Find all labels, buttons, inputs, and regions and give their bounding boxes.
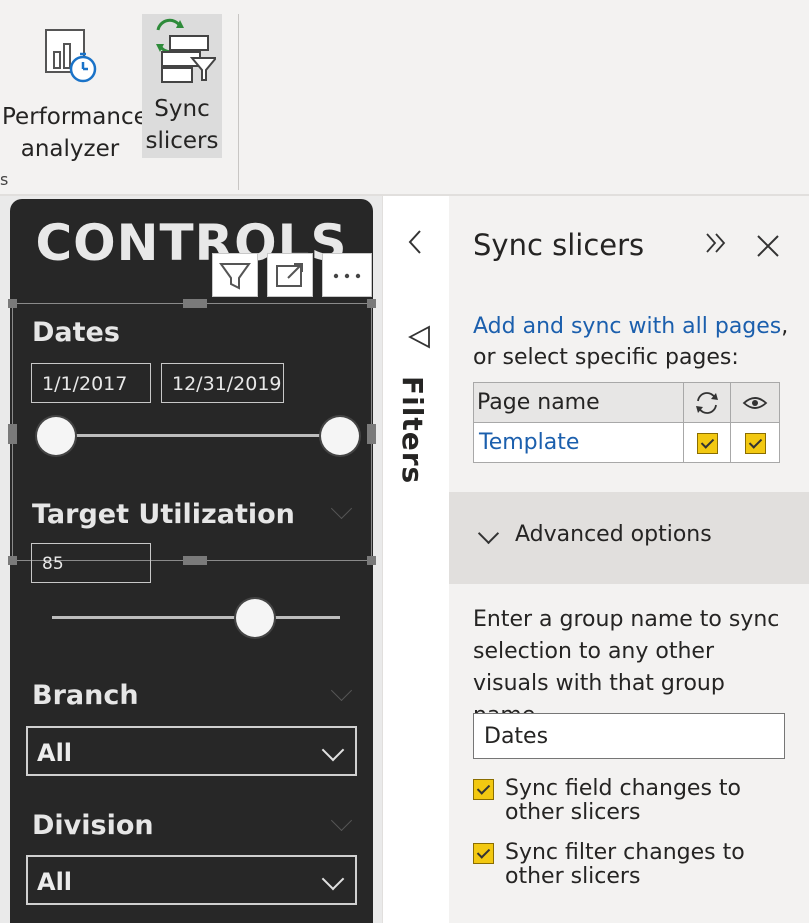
sync-field-changes-checkbox[interactable]	[473, 779, 494, 800]
eye-icon	[742, 397, 768, 409]
sync-slicers-icon	[156, 18, 219, 83]
sync-icon	[696, 391, 718, 414]
sync-slicers-panel: Sync slicers Add and sync with all pages…	[449, 196, 809, 923]
branch-dropdown[interactable]: All	[26, 726, 357, 776]
performance-analyzer-icon	[45, 29, 97, 83]
branch-selected-value: All	[37, 739, 73, 767]
focus-mode-icon	[276, 263, 303, 287]
sync-filter-changes-label: Sync filter changes to other slicers	[505, 840, 745, 889]
resize-handle[interactable]	[367, 556, 376, 565]
chevron-down-icon	[477, 522, 500, 545]
chevron-down-icon	[321, 867, 345, 891]
filter-visual-button[interactable]	[212, 253, 258, 297]
sync-slicers-label-1: Sync	[154, 96, 210, 122]
pages-table: Page name Template	[473, 382, 780, 463]
advanced-options-toggle[interactable]: Advanced options	[449, 492, 809, 584]
page-name-cell[interactable]: Template	[473, 422, 684, 463]
target-utilization-header: Target Utilization	[32, 499, 295, 530]
double-chevron-right-icon[interactable]	[703, 230, 729, 256]
chevron-down-icon[interactable]	[330, 679, 353, 702]
sync-field-changes-label: Sync field changes to other slicers	[505, 776, 741, 825]
page-name-link[interactable]: Template	[479, 430, 579, 455]
dates-slicer-header: Dates	[32, 317, 120, 348]
visible-cell[interactable]	[730, 422, 780, 463]
resize-handle[interactable]	[367, 424, 376, 444]
resize-handle[interactable]	[367, 299, 376, 308]
division-dropdown[interactable]: All	[26, 855, 357, 905]
page-name-column-header: Page name	[473, 382, 684, 423]
performance-analyzer-button[interactable]: Performance analyzer	[2, 14, 148, 162]
more-options-button[interactable]	[322, 253, 372, 297]
add-sync-all-pages-link[interactable]: Add and sync with all pages	[473, 314, 781, 339]
branch-slicer-header: Branch	[32, 680, 139, 711]
division-slicer-header: Division	[32, 810, 154, 841]
chevron-down-icon[interactable]	[330, 809, 353, 832]
filters-pane-label: Filters	[396, 376, 429, 485]
date-start-handle[interactable]	[37, 417, 75, 455]
visible-checkbox[interactable]	[744, 432, 766, 454]
date-end-handle[interactable]	[321, 417, 359, 455]
controls-panel: CONTROLS Dates 1/1/2017 12/31/2019 Targe…	[8, 199, 376, 923]
sync-slicers-label-2: slicers	[145, 128, 219, 154]
resize-handle[interactable]	[8, 299, 17, 308]
division-selected-value: All	[37, 868, 73, 896]
ribbon-group-label: s	[0, 170, 9, 189]
filters-pane-collapsed[interactable]: Filters	[382, 196, 450, 923]
resize-handle[interactable]	[8, 556, 17, 565]
sync-slicers-button[interactable]: Sync slicers	[142, 14, 222, 158]
sync-slicers-title: Sync slicers	[473, 228, 645, 262]
filter-pane-icon	[408, 325, 430, 349]
sync-checkbox[interactable]	[696, 432, 718, 454]
chevron-left-icon[interactable]	[405, 228, 425, 256]
sync-filter-changes-checkbox[interactable]	[473, 843, 494, 864]
sync-filter-changes-option[interactable]: Sync filter changes to other slicers	[473, 841, 755, 889]
resize-handle[interactable]	[183, 299, 207, 308]
target-utilization-input[interactable]: 85	[31, 543, 151, 583]
sync-field-changes-option[interactable]: Sync field changes to other slicers	[473, 777, 755, 825]
advanced-options-label: Advanced options	[515, 522, 712, 547]
more-options-icon	[333, 273, 361, 279]
performance-analyzer-label-2: analyzer	[20, 136, 120, 162]
instructions-text: or select specific pages:	[473, 345, 739, 370]
resize-handle[interactable]	[8, 424, 17, 444]
ribbon: Performance analyzer Sync slicers s	[0, 0, 809, 196]
table-row: Template	[473, 422, 780, 463]
visible-column-header	[730, 382, 780, 423]
resize-handle[interactable]	[183, 556, 207, 565]
date-range-track	[54, 434, 340, 437]
controls-title: CONTROLS	[35, 214, 348, 272]
sync-instructions: Add and sync with all pages, or select s…	[473, 311, 788, 373]
start-date-input[interactable]: 1/1/2017	[31, 363, 151, 403]
ribbon-separator	[238, 14, 239, 190]
group-name-input[interactable]: Dates	[473, 713, 785, 759]
chevron-down-icon	[321, 738, 345, 762]
performance-analyzer-label-1: Performance	[2, 104, 148, 130]
instructions-comma: ,	[781, 314, 789, 339]
sync-cell[interactable]	[683, 422, 731, 463]
close-icon[interactable]	[755, 233, 781, 259]
target-utilization-handle[interactable]	[236, 599, 274, 637]
table-header-row: Page name	[473, 382, 780, 423]
target-utilization-track	[52, 616, 340, 619]
filter-icon	[219, 263, 251, 290]
end-date-input[interactable]: 12/31/2019	[161, 363, 284, 403]
focus-mode-button[interactable]	[267, 253, 313, 297]
sync-column-header	[683, 382, 731, 423]
